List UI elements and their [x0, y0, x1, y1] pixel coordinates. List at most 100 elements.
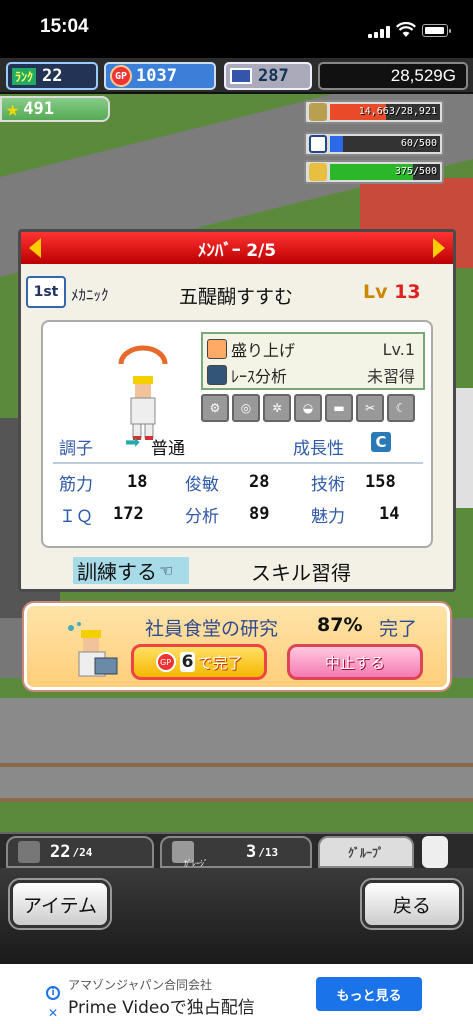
bottle-icon — [309, 135, 327, 153]
tool-slot-icon[interactable]: ✂ — [356, 394, 384, 422]
tab-garage[interactable]: ｶﾞﾚｰｼﾞ 3/13 — [160, 836, 312, 868]
stat-value: 28 — [249, 472, 270, 492]
top-hud: ﾗﾝｸ 22 GP 1037 287 28,529G — [0, 58, 473, 94]
stat-label: 筋力 — [59, 475, 93, 495]
growth-value: C — [371, 432, 391, 452]
fuel-text: 14,663/28,921 — [358, 106, 437, 117]
arrow-right-icon: ➡ — [125, 432, 141, 453]
gp-display[interactable]: GP 1037 — [104, 62, 216, 90]
next-member-arrow-icon[interactable] — [433, 238, 445, 258]
helmet-slot-icon[interactable]: ◒ — [294, 394, 322, 422]
member-header-title: ﾒﾝﾊﾞｰ 2/5 — [197, 240, 277, 261]
monitor-skill-icon — [207, 365, 227, 385]
tire-slot-icon[interactable]: ◎ — [232, 394, 260, 422]
train-label: 訓練する — [77, 560, 157, 584]
researcher-icon — [61, 618, 125, 684]
battery-icon — [422, 24, 451, 37]
grain-icon — [309, 163, 327, 181]
growth-label: 成長性 — [293, 439, 344, 459]
ticket-display[interactable]: 287 — [224, 62, 312, 90]
skull-mascot-icon[interactable] — [422, 836, 448, 868]
gp-coin-icon: GP — [155, 652, 176, 672]
back-button[interactable]: 戻る — [362, 880, 462, 928]
condition-value: 普通 — [151, 439, 185, 459]
skill-value: Lv.1 — [382, 339, 415, 359]
tab-staff[interactable]: 22/24 — [6, 836, 154, 868]
bottle-bar: 60/500 — [304, 132, 444, 156]
skill-name: 盛り上げ — [231, 341, 296, 360]
bottom-tab-bar: 22/24 ｶﾞﾚｰｼﾞ 3/13 ｸﾞﾙｰﾌﾟ — [0, 832, 473, 868]
moon-slot-icon[interactable]: ☾ — [387, 394, 415, 422]
wrench-slot-icon[interactable]: ⚙ — [201, 394, 229, 422]
garage-total: /13 — [258, 845, 279, 859]
stat-label: 俊敏 — [185, 475, 219, 495]
stat-value: 18 — [127, 472, 148, 492]
wifi-icon — [396, 21, 416, 38]
fuel-barrel-icon — [309, 103, 327, 121]
equipment-slots: ⚙ ◎ ✲ ◒ ▬ ✂ ☾ — [201, 394, 425, 424]
ticket-icon — [230, 68, 252, 84]
signal-icon — [368, 26, 390, 38]
stat-value: 89 — [249, 504, 270, 524]
skill-list: 盛り上げ Lv.1 ﾚｰｽ分析 未習得 — [201, 332, 425, 390]
level-prefix: Lv — [363, 281, 388, 303]
stat-label: 技術 — [311, 475, 345, 495]
money-value: 28,529G — [390, 66, 456, 85]
skill-row[interactable]: 盛り上げ Lv.1 — [205, 336, 421, 362]
stat-label: ＩＱ — [59, 507, 93, 527]
star-icon: ★ — [6, 96, 20, 122]
skill-name: ﾚｰｽ分析 — [231, 367, 288, 386]
clock: 15:04 — [40, 16, 89, 37]
rank-badge: 1st — [26, 276, 66, 308]
ticket-value: 287 — [258, 66, 289, 86]
member-panel: ﾒﾝﾊﾞｰ 2/5 1st ﾒｶﾆｯｸ 五醍醐すすむ Lv 13 盛り上げ Lv… — [18, 229, 456, 592]
stat-label: 分析 — [185, 507, 219, 527]
bottle-text: 60/500 — [400, 138, 437, 149]
mechanic-avatar — [113, 342, 173, 442]
garage-count: 3 — [246, 842, 257, 862]
tab-group[interactable]: ｸﾞﾙｰﾌﾟ — [318, 836, 414, 868]
research-title: 社員食堂の研究 — [145, 618, 279, 640]
money-display: 28,529G — [318, 62, 468, 90]
member-name: 五醍醐すすむ — [179, 286, 294, 308]
ad-title[interactable]: Prime Videoで独占配信 — [68, 993, 255, 1018]
finish-with-gp-button[interactable]: GP 6 で完了 — [131, 644, 267, 680]
divider — [53, 462, 423, 464]
status-bar: 15:04 — [0, 0, 473, 58]
stat-value: 14 — [379, 504, 400, 524]
car-slot-icon[interactable]: ▬ — [325, 394, 353, 422]
research-done-label: 完了 — [379, 618, 418, 640]
staff-total: /24 — [72, 845, 93, 859]
skill-learn-button[interactable]: スキル習得 — [251, 557, 351, 586]
star-counter: ★ 491 — [0, 96, 110, 122]
member-header: ﾒﾝﾊﾞｰ 2/5 — [21, 232, 453, 264]
item-button[interactable]: アイテム — [10, 880, 110, 928]
skill-value: 未習得 — [366, 367, 415, 386]
job-title: ﾒｶﾆｯｸ — [71, 286, 109, 304]
rank-value: 22 — [42, 66, 63, 86]
prev-member-arrow-icon[interactable] — [29, 238, 41, 258]
skill-row[interactable]: ﾚｰｽ分析 未習得 — [205, 362, 421, 388]
rank-label: ﾗﾝｸ — [12, 67, 37, 85]
rank-display: ﾗﾝｸ 22 — [6, 62, 98, 90]
pointing-hand-icon: ☜ — [159, 561, 174, 580]
ad-close-icon[interactable]: ✕ — [48, 1006, 58, 1020]
member-level: Lv 13 — [363, 281, 421, 303]
train-button[interactable]: 訓練する ☜ — [73, 557, 189, 584]
ad-cta-button[interactable]: もっと見る — [316, 977, 422, 1011]
finish-label: で完了 — [197, 653, 243, 672]
grain-bar: 375/500 — [304, 160, 444, 184]
gear-slot-icon[interactable]: ✲ — [263, 394, 291, 422]
cancel-research-button[interactable]: 中止する — [287, 644, 423, 680]
member-detail-card: 盛り上げ Lv.1 ﾚｰｽ分析 未習得 ⚙ ◎ ✲ ◒ ▬ ✂ ☾ 調子 ➡ 普… — [41, 320, 433, 548]
gp-coin-icon: GP — [110, 65, 132, 87]
ad-info-icon[interactable]: i — [46, 986, 60, 1000]
bottom-panel: アイテム 戻る — [0, 868, 473, 964]
crate-icon — [18, 841, 40, 863]
gp-value: 1037 — [136, 66, 177, 86]
condition-label: 調子 — [59, 439, 93, 459]
research-percent: 87% — [317, 614, 363, 636]
star-value: 491 — [23, 99, 54, 119]
stat-value: 172 — [113, 504, 144, 524]
fuel-bar: 14,663/28,921 — [304, 100, 444, 124]
